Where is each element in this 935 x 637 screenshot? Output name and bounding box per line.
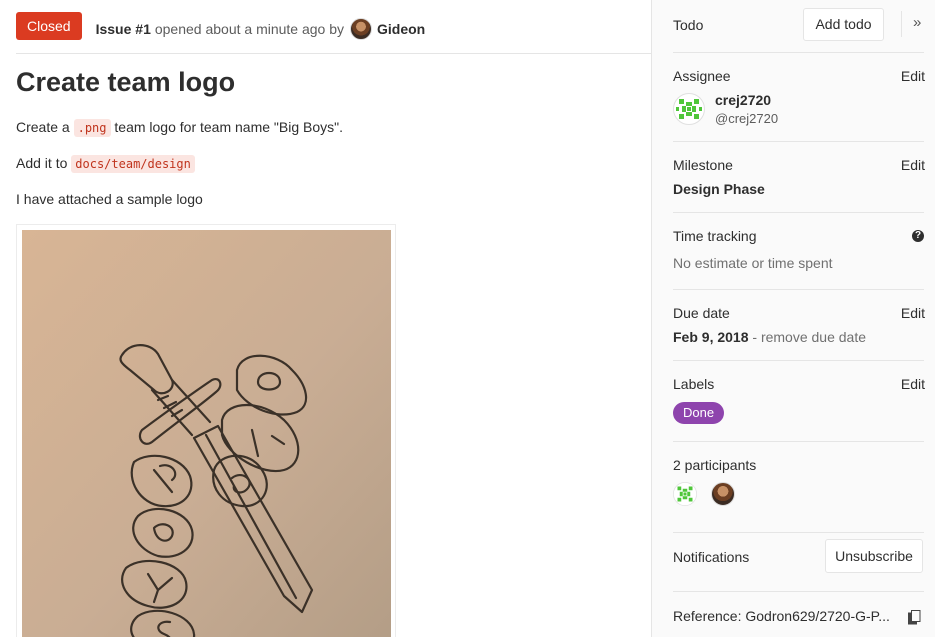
todo-label: Todo: [673, 17, 704, 33]
remove-due-date-link[interactable]: - remove due date: [752, 329, 866, 345]
assignee-label: Assignee: [673, 68, 731, 84]
description-line-3: I have attached a sample logo: [16, 191, 203, 207]
description-line-2: Add it to docs/team/design: [16, 155, 195, 173]
desc1-code: .png: [73, 119, 111, 137]
add-todo-button[interactable]: Add todo: [803, 8, 884, 41]
desc1-after: team logo for team name "Big Boys".: [114, 119, 343, 135]
assignee-handle: @crej2720: [715, 111, 779, 126]
notifications-block: Notifications Unsubscribe: [673, 533, 924, 592]
issue-number: Issue #1: [95, 21, 151, 37]
issue-header: Closed Issue #1 opened about a minute ag…: [16, 11, 651, 54]
participants-block: 2 participants: [673, 442, 924, 533]
participants-label: 2 participants: [673, 457, 757, 473]
divider: [901, 11, 902, 37]
notifications-label: Notifications: [673, 549, 750, 565]
todo-block: Todo Add todo »: [673, 0, 924, 53]
collapse-sidebar-icon[interactable]: »: [913, 14, 921, 31]
copy-icon[interactable]: [908, 610, 921, 625]
issue-title: Create team logo: [16, 67, 236, 97]
labels-label: Labels: [673, 376, 715, 392]
author-name[interactable]: Gideon: [377, 21, 425, 37]
due-date-label: Due date: [673, 305, 730, 321]
status-badge: Closed: [16, 12, 82, 40]
reference-block: Reference: Godron629/2720-G-P...: [673, 592, 924, 637]
assignee-edit-link[interactable]: Edit: [901, 68, 925, 84]
due-date-value: Feb 9, 2018: [673, 329, 749, 345]
milestone-edit-link[interactable]: Edit: [901, 157, 925, 173]
time-tracking-label: Time tracking: [673, 228, 757, 244]
time-tracking-block: Time tracking ? No estimate or time spen…: [673, 213, 924, 290]
issue-sidebar: Todo Add todo » Assignee Edit crej2720 @…: [651, 0, 935, 637]
milestone-label: Milestone: [673, 157, 733, 173]
due-date-block: Due date Edit Feb 9, 2018 - remove due d…: [673, 290, 925, 361]
participant-photo-avatar[interactable]: [711, 482, 735, 506]
participant-identicon-avatar[interactable]: [673, 482, 697, 506]
reference-text: Reference: Godron629/2720-G-P...: [673, 608, 890, 624]
milestone-value[interactable]: Design Phase: [673, 181, 765, 197]
labels-edit-link[interactable]: Edit: [901, 376, 925, 392]
due-date-row: Feb 9, 2018 - remove due date: [673, 329, 866, 345]
label-done-badge[interactable]: Done: [673, 402, 725, 424]
assignee-block: Assignee Edit crej2720 @crej2720: [673, 53, 925, 142]
unsubscribe-button[interactable]: Unsubscribe: [825, 539, 923, 573]
labels-block: Labels Edit Done: [673, 361, 925, 442]
opened-text: opened about a minute ago by: [154, 21, 345, 37]
time-tracking-value: No estimate or time spent: [673, 255, 833, 271]
hand-drawn-sword-logo-image: [22, 230, 391, 637]
due-date-edit-link[interactable]: Edit: [901, 305, 925, 321]
desc1-before: Create a: [16, 119, 70, 135]
milestone-block: Milestone Edit Design Phase: [673, 142, 925, 213]
desc2-before: Add it to: [16, 155, 68, 171]
description-line-1: Create a .png team logo for team name "B…: [16, 119, 343, 137]
issue-meta: Issue #1 opened about a minute ago by Gi…: [95, 18, 425, 40]
assignee-name[interactable]: crej2720: [715, 92, 771, 108]
question-icon[interactable]: ?: [912, 230, 924, 242]
issue-main: Closed Issue #1 opened about a minute ag…: [0, 0, 651, 637]
assignee-identicon-avatar[interactable]: [673, 93, 705, 125]
attachment-image[interactable]: [16, 224, 396, 637]
author-avatar[interactable]: [350, 18, 373, 40]
desc2-code: docs/team/design: [71, 155, 195, 173]
